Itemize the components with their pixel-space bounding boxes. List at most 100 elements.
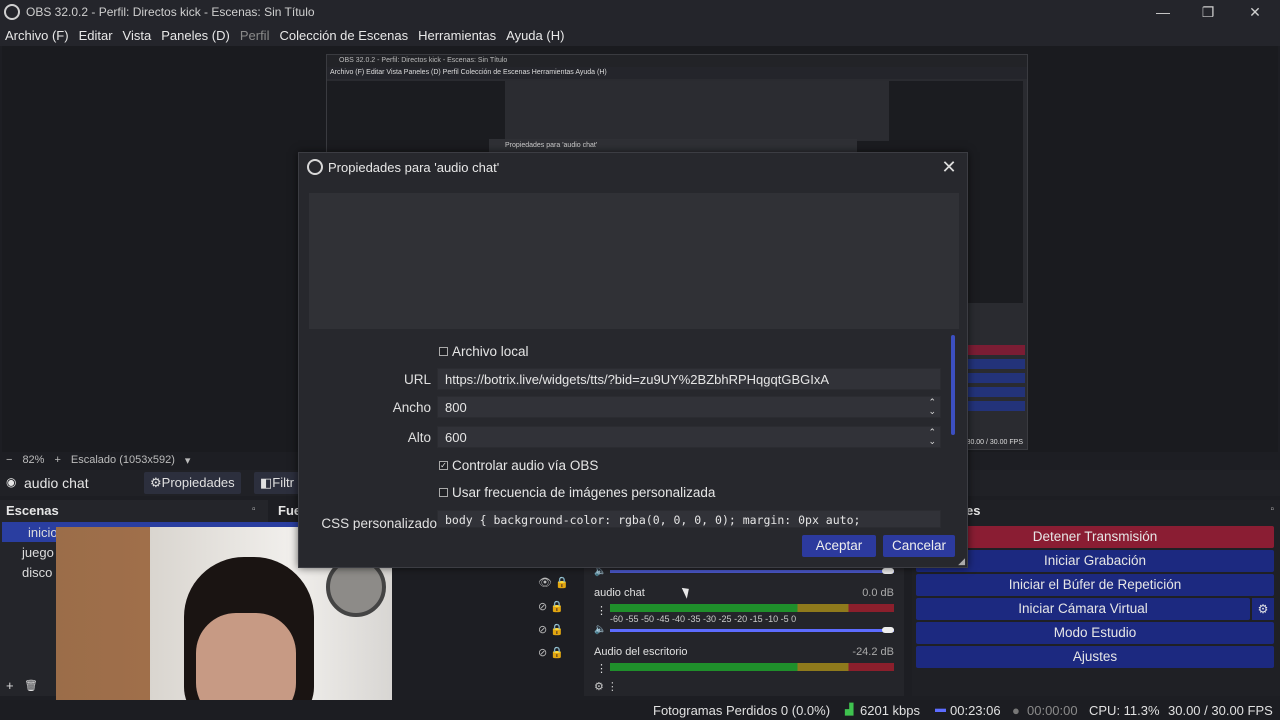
scrollbar[interactable] [951,335,955,435]
plus-icon[interactable]: + [54,454,60,466]
menu-coleccion[interactable]: Colección de Escenas [279,28,408,43]
volume-slider[interactable] [610,629,894,632]
scene-item[interactable]: inicio [28,525,58,540]
height-spinbox[interactable]: 600 ⌃ ⌄ [437,426,941,448]
local-file-label: Archivo local [452,344,529,359]
obs-logo-icon [307,159,323,175]
meter-scale: -60 -55 -50 -45 -40 -35 -30 -25 -20 -15 … [610,614,797,624]
kebab-menu-icon[interactable]: ⋮ [596,662,607,675]
custom-fps-checkbox[interactable]: Usar frecuencia de imágenes personalizad… [439,485,715,500]
audio-meter [610,604,894,612]
audio-mixer: 🔈 audio chat 0.0 dB ⋮ -60 -55 -50 -45 -4… [584,566,904,696]
minus-icon[interactable]: − [6,454,12,466]
zoom-level: 82% [22,454,45,466]
audio-meter [610,663,894,671]
menu-paneles[interactable]: Paneles (D) [161,28,230,43]
menu-perfil[interactable]: Perfil [240,28,270,43]
studio-mode-button[interactable]: Modo Estudio [916,622,1274,644]
local-file-checkbox[interactable]: Archivo local [439,344,529,359]
menu-herramientas[interactable]: Herramientas [418,28,496,43]
close-icon[interactable]: ✕ [939,157,959,177]
spin-arrows-icon[interactable]: ⌃ ⌄ [928,428,936,446]
visibility-hidden-icon[interactable]: ⊘ 🔒 [538,646,564,659]
record-icon: ● [1012,703,1020,718]
restore-icon[interactable]: ❐ [1193,2,1223,22]
kebab-menu-icon[interactable]: ⋮ [596,604,607,617]
cancel-button[interactable]: Cancelar [883,535,955,557]
nested-title: OBS 32.0.2 - Perfil: Directos kick - Esc… [327,55,1027,67]
speaker-icon[interactable]: 🔈 [594,624,606,635]
checkbox-box[interactable] [439,347,448,356]
control-audio-checkbox[interactable]: ✓ Controlar audio vía OBS [439,458,598,473]
mixer-channel-name: Audio del escritorio [594,646,688,658]
add-scene-icon[interactable]: + [6,678,14,693]
mixer-settings-icon[interactable]: ⚙ ⋮ [594,680,618,693]
menu-editar[interactable]: Editar [79,28,113,43]
menu-ayuda[interactable]: Ayuda (H) [506,28,564,43]
volume-knob[interactable] [882,627,894,633]
menu-archivo[interactable]: Archivo (F) [5,28,69,43]
start-recording-button[interactable]: Iniciar Grabación [916,550,1274,572]
nested-menu: Archivo (F) Editar Vista Paneles (D) Per… [327,67,1027,79]
signal-icon: ▟ [845,704,854,716]
stop-stream-button[interactable]: Detener Transmisión [916,526,1274,548]
start-replay-buffer-button[interactable]: Iniciar el Búfer de Repetición [916,574,1274,596]
close-icon[interactable]: ✕ [1240,2,1270,22]
filters-button[interactable]: ◧Filtr [254,472,300,494]
accept-button[interactable]: Aceptar [802,535,876,557]
dialog-title: Propiedades para 'audio chat' [328,159,500,175]
minimize-icon[interactable]: — [1148,2,1178,22]
volume-slider[interactable] [610,570,894,573]
bitrate: 6201 kbps [860,703,920,718]
css-field[interactable]: body { background-color: rgba(0, 0, 0, 0… [437,510,941,528]
chevron-down-icon[interactable]: ▾ [185,454,191,467]
properties-button[interactable]: ⚙Propiedades [144,472,241,494]
stream-time: 00:23:06 [950,703,1001,718]
width-spinbox[interactable]: 800 ⌃ ⌄ [437,396,941,418]
height-value: 600 [445,430,467,445]
properties-dialog: Propiedades para 'audio chat' ✕ Archivo … [298,152,968,568]
volume-knob[interactable] [882,568,894,574]
checkbox-box[interactable] [439,488,448,497]
stream-icon: ▬ [935,703,946,715]
cpu-usage: CPU: 11.3% [1089,703,1160,718]
url-label: URL [403,372,431,387]
scene-item[interactable]: disco [22,565,52,580]
settings-button[interactable]: Ajustes [916,646,1274,668]
width-value: 800 [445,400,467,415]
source-type-icon: ◉ [6,475,17,489]
resize-grip-icon[interactable]: ◢ [958,556,965,567]
undock-icon[interactable]: ▫ [252,504,256,515]
title-bar: OBS 32.0.2 - Perfil: Directos kick - Esc… [0,0,1280,24]
mixer-channel-db: -24.2 dB [852,646,894,658]
custom-fps-label: Usar frecuencia de imágenes personalizad… [452,485,716,500]
height-label: Alto [407,430,431,445]
scenes-title: Escenas [6,503,59,518]
scene-item[interactable]: juego [22,545,54,560]
source-preview [309,193,959,329]
status-bar: Fotogramas Perdidos 0 (0.0%) ▟ 6201 kbps… [0,700,1280,720]
undock-icon[interactable]: ▫ [1270,504,1274,515]
menu-vista[interactable]: Vista [123,28,152,43]
css-label: CSS personalizado [321,516,437,530]
controls-title: es [966,503,981,518]
trash-icon[interactable]: 🗑 [24,679,38,692]
record-time: 00:00:00 [1027,703,1078,718]
url-field[interactable]: https://botrix.live/widgets/tts/?bid=zu9… [437,368,941,390]
spin-arrows-icon[interactable]: ⌃ ⌄ [928,398,936,416]
menu-bar: Archivo (F) Editar Vista Paneles (D) Per… [0,24,1280,46]
dialog-title-bar: Propiedades para 'audio chat' [299,153,967,181]
start-virtual-camera-button[interactable]: Iniciar Cámara Virtual [916,598,1250,620]
fps-readout: 30.00 / 30.00 FPS [1168,703,1273,718]
visibility-eye-icon[interactable]: 👁 🔒 [538,576,569,589]
scaling-label: Escalado (1053x592) [70,454,175,466]
window-title: OBS 32.0.2 - Perfil: Directos kick - Esc… [26,5,315,19]
control-audio-label: Controlar audio vía OBS [452,458,599,473]
properties-label: Propiedades [161,475,235,490]
gear-icon[interactable]: ⚙ [1252,598,1274,620]
checkbox-checked[interactable]: ✓ [439,461,448,470]
visibility-hidden-icon[interactable]: ⊘ 🔒 [538,600,564,613]
visibility-hidden-icon[interactable]: ⊘ 🔒 [538,623,564,636]
mixer-channel-db: 0.0 dB [862,587,894,599]
filters-label: Filtr [272,475,294,490]
